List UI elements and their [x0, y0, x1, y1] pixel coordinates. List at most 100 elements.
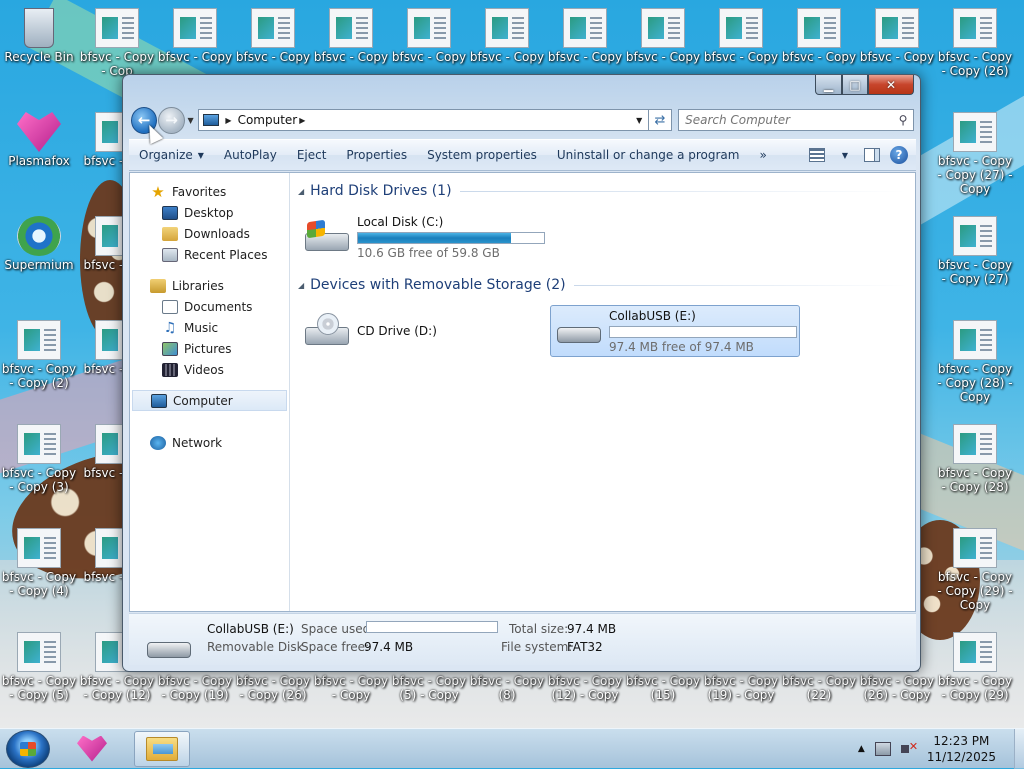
desktop-icon[interactable]: bfsvc - Copy - Copy (29) - Copy	[936, 528, 1014, 612]
sidebar-item-desktop[interactable]: Desktop	[130, 202, 289, 223]
close-button[interactable]: ✕	[868, 75, 914, 95]
sidebar-item-computer[interactable]: Computer	[132, 390, 287, 411]
desktop-icon[interactable]: bfsvc - Copy - Copy (29)	[936, 632, 1014, 702]
eject-button[interactable]: Eject	[287, 142, 337, 168]
search-input[interactable]	[679, 112, 893, 128]
drive-tile-cd-drive-d[interactable]: CD Drive (D:)	[298, 305, 550, 357]
sidebar-item-recent-places[interactable]: Recent Places	[130, 244, 289, 265]
desktop-icon[interactable]: bfsvc - Copy	[780, 8, 858, 64]
desktop-icon[interactable]: bfsvc - Copy	[858, 8, 936, 64]
details-space-free-value: 97.4 MB	[364, 640, 414, 654]
minimize-button[interactable]: ▁	[815, 75, 842, 95]
desktop-icon[interactable]: bfsvc - Copy - Copy (26)	[936, 8, 1014, 78]
volume-muted-icon[interactable]: ✕	[900, 740, 918, 756]
file-icon	[953, 424, 997, 464]
desktop-icon[interactable]: bfsvc - Copy	[702, 8, 780, 64]
libraries-icon	[150, 278, 166, 293]
address-dropdown-icon[interactable]: ▼	[629, 115, 648, 125]
file-icon	[719, 8, 763, 48]
desktop-icon[interactable]: bfsvc - Copy - Copy (27)	[936, 216, 1014, 286]
drive-info: Local Disk (C:) 10.6 GB free of 59.8 GB	[357, 215, 545, 260]
search-box: ⚲	[678, 109, 914, 131]
sidebar-item-libraries[interactable]: Libraries	[130, 275, 289, 296]
recent-pages-dropdown[interactable]: ▼	[185, 116, 197, 125]
desktop-icon[interactable]: bfsvc - Copy	[546, 8, 624, 64]
collapse-triangle-icon[interactable]: ◢	[298, 281, 304, 290]
file-icon	[875, 8, 919, 48]
windows-logo-icon	[20, 741, 36, 756]
clock[interactable]: 12:23 PM 11/12/2025	[927, 733, 996, 765]
desktop-icon[interactable]: bfsvc - Copy	[390, 8, 468, 64]
drive-free-space: 10.6 GB free of 59.8 GB	[357, 245, 500, 260]
properties-button[interactable]: Properties	[336, 142, 417, 168]
collapse-triangle-icon[interactable]: ◢	[298, 187, 304, 196]
sidebar-item-videos[interactable]: Videos	[130, 359, 289, 380]
desktop-icon[interactable]: Supermium	[0, 216, 78, 272]
desktop-icon[interactable]: bfsvc - Copy	[156, 8, 234, 64]
breadcrumb-computer[interactable]: Computer	[238, 113, 298, 127]
file-icon	[17, 528, 61, 568]
refresh-button[interactable]: ⇄	[648, 109, 673, 131]
desktop-icon[interactable]: bfsvc - Copy - Copy (2)	[0, 320, 78, 390]
desktop-icon[interactable]: bfsvc - Copy - Copy (28) - Copy	[936, 320, 1014, 404]
sidebar-item-music[interactable]: ♫ Music	[130, 317, 289, 338]
desktop-icon[interactable]: bfsvc - Copy - Copy (3)	[0, 424, 78, 494]
sidebar-item-downloads[interactable]: Downloads	[130, 223, 289, 244]
address-bar[interactable]: ▶ Computer ▶ ▼	[198, 109, 649, 131]
network-tray-icon[interactable]	[874, 741, 891, 756]
group-header-hard-disk-drives[interactable]: ◢ Hard Disk Drives (1)	[298, 179, 907, 203]
computer-icon	[203, 114, 220, 126]
desktop-icon[interactable]: bfsvc - Copy	[468, 8, 546, 64]
taskbar-explorer[interactable]	[134, 730, 190, 767]
close-icon: ✕	[885, 77, 897, 92]
help-icon[interactable]: ?	[890, 146, 908, 164]
navigation-pane: ★ Favorites Desktop Downloads Recent Pla…	[130, 173, 290, 611]
details-drive-type: Removable Disk	[207, 640, 304, 654]
desktop-icon[interactable]: bfsvc - Copy	[624, 8, 702, 64]
show-desktop-button[interactable]	[1014, 728, 1024, 769]
sidebar-item-favorites[interactable]: ★ Favorites	[130, 181, 289, 202]
start-button[interactable]	[6, 729, 50, 768]
view-options-dropdown[interactable]: ▼	[831, 142, 854, 168]
desktop-icon[interactable]: Recycle Bin	[0, 8, 78, 64]
details-total-size-label: Total size:	[509, 622, 569, 636]
sidebar-item-label: Recent Places	[184, 247, 268, 262]
drive-name: CD Drive (D:)	[357, 323, 437, 338]
desktop-icon-label: bfsvc - Copy - Copy (27) - Copy	[937, 154, 1013, 196]
change-view-icon[interactable]	[808, 148, 825, 162]
drive-tile-local-disk-c[interactable]: Local Disk (C:) 10.6 GB free of 59.8 GB	[298, 211, 550, 263]
documents-icon	[162, 299, 178, 314]
taskbar-plasmafox[interactable]	[64, 731, 120, 767]
breadcrumb-chevron-icon[interactable]: ▶	[299, 116, 305, 125]
system-properties-button[interactable]: System properties	[417, 142, 547, 168]
organize-label: Organize	[139, 148, 193, 162]
breadcrumb-chevron-icon[interactable]: ▶	[225, 116, 231, 125]
autoplay-button[interactable]: AutoPlay	[214, 142, 287, 168]
group-header-removable-storage[interactable]: ◢ Devices with Removable Storage (2)	[298, 273, 907, 297]
desktop-icon-label: bfsvc - Copy - Copy (28) - Copy	[937, 362, 1013, 404]
desktop-icon[interactable]: bfsvc - Copy - Copy (28)	[936, 424, 1014, 494]
caption-buttons: ▁ □ ✕	[815, 75, 914, 95]
sidebar-item-network[interactable]: Network	[130, 432, 289, 453]
drive-tile-collabusb-e[interactable]: CollabUSB (E:) 97.4 MB free of 97.4 MB	[550, 305, 800, 357]
desktop-icon[interactable]: bfsvc - Copy	[234, 8, 312, 64]
forward-button[interactable]: →	[158, 106, 185, 134]
preview-pane-icon[interactable]	[864, 148, 880, 162]
search-icon[interactable]: ⚲	[893, 113, 913, 127]
sidebar-item-documents[interactable]: Documents	[130, 296, 289, 317]
desktop-icon[interactable]: bfsvc - Copy - Copy (4)	[0, 528, 78, 598]
desktop-icon[interactable]: Plasmafox	[0, 112, 78, 168]
uninstall-program-button[interactable]: Uninstall or change a program	[547, 142, 750, 168]
group-divider	[573, 284, 907, 286]
show-hidden-icons-icon[interactable]: ▲	[858, 744, 865, 754]
maximize-button[interactable]: □	[842, 75, 868, 95]
desktop-icon[interactable]: bfsvc - Copy - Copy (5)	[0, 632, 78, 702]
desktop-icon[interactable]: bfsvc - Copy - Cop	[78, 8, 156, 78]
more-commands-button[interactable]: »	[749, 142, 776, 168]
desktop-icon[interactable]: bfsvc - Copy - Copy (27) - Copy	[936, 112, 1014, 196]
details-pane: CollabUSB (E:) Removable Disk Space used…	[129, 613, 916, 665]
file-icon	[17, 424, 61, 464]
sidebar-item-pictures[interactable]: Pictures	[130, 338, 289, 359]
organize-button[interactable]: Organize ▼	[129, 142, 214, 168]
desktop-icon[interactable]: bfsvc - Copy	[312, 8, 390, 64]
